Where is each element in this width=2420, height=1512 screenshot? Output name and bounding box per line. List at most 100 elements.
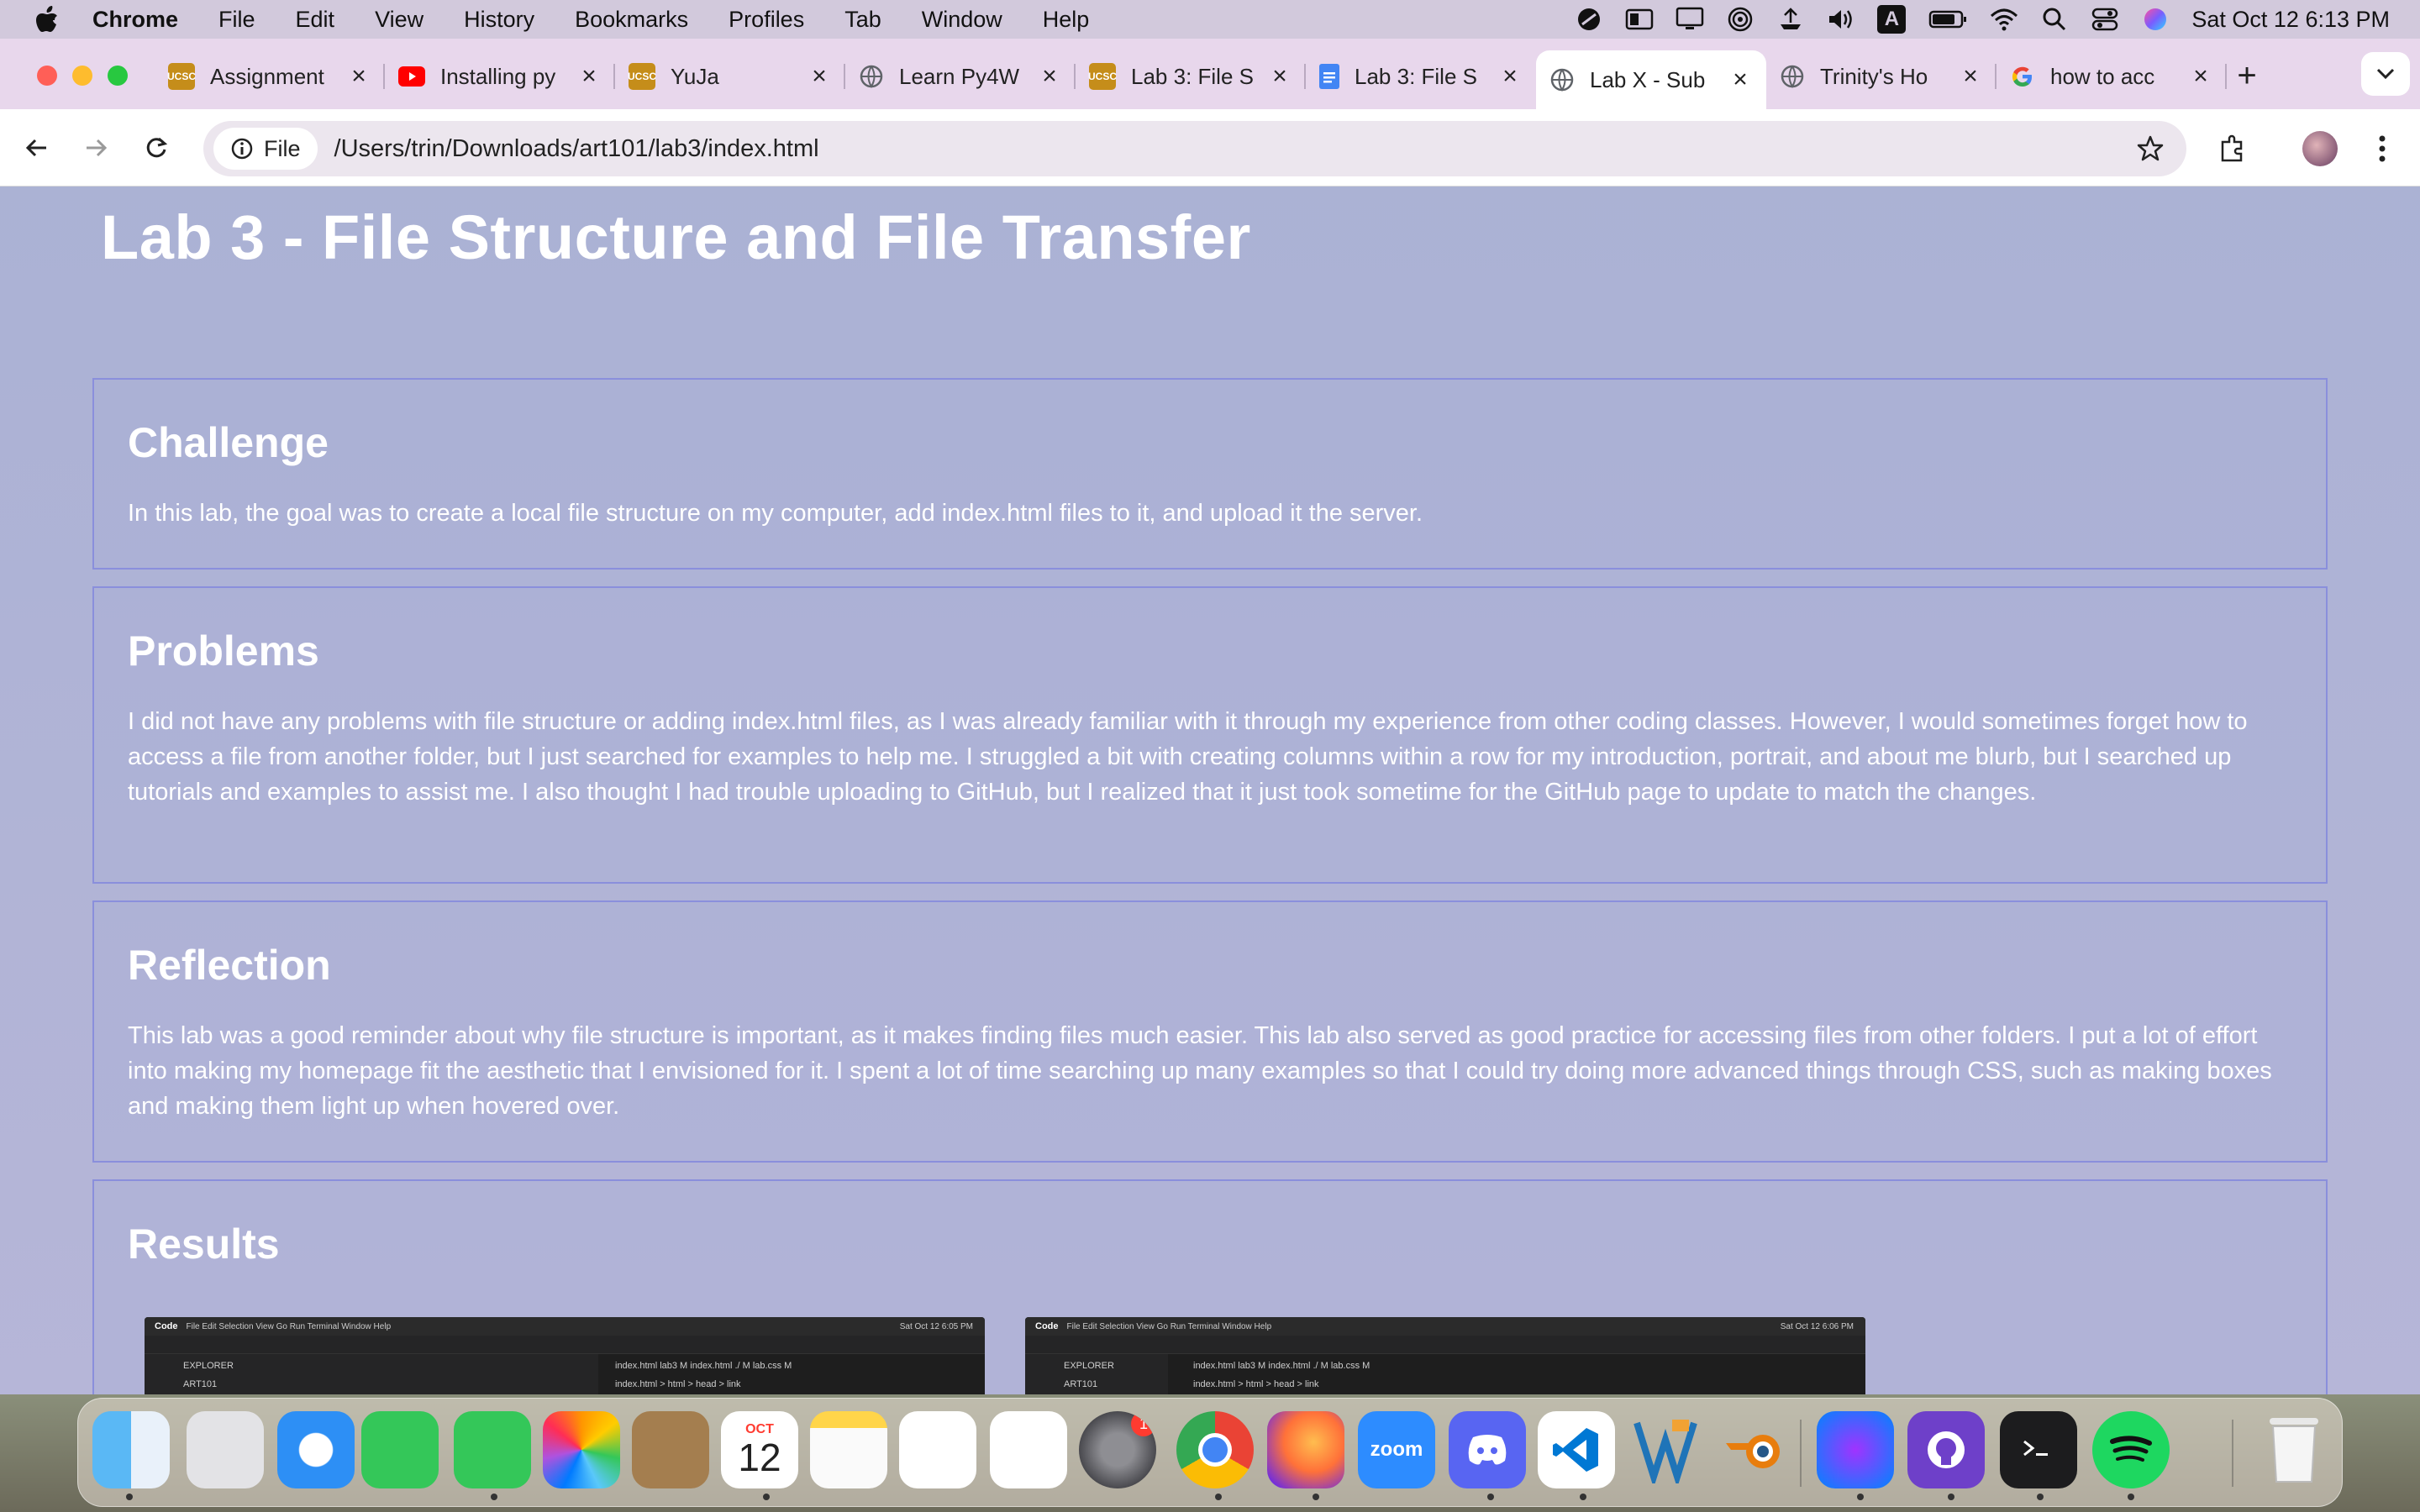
airdrop-icon[interactable] <box>1726 5 1754 34</box>
close-tab-icon[interactable]: × <box>576 62 602 90</box>
safari-icon[interactable] <box>277 1411 355 1488</box>
menu-clock[interactable]: Sat Oct 12 6:13 PM <box>2191 7 2390 33</box>
menu-app-name[interactable]: Chrome <box>72 7 198 33</box>
thumb-folder-label: ART101 <box>183 1379 218 1389</box>
menu-view[interactable]: View <box>355 7 444 33</box>
volume-icon[interactable] <box>1827 5 1855 34</box>
close-tab-icon[interactable]: × <box>1958 62 1983 90</box>
thumb-explorer-label: EXPLORER <box>1064 1361 1114 1371</box>
menu-help[interactable]: Help <box>1023 7 1110 33</box>
reload-icon <box>146 137 168 158</box>
bookmark-star-button[interactable] <box>2131 129 2170 168</box>
challenge-section[interactable]: Challenge In this lab, the goal was to c… <box>92 378 2328 570</box>
docs-icon <box>1319 64 1339 89</box>
blender-icon[interactable] <box>1718 1411 1795 1488</box>
address-bar[interactable]: File /Users/trin/Downloads/art101/lab3/i… <box>203 121 2186 176</box>
window-manager-icon[interactable] <box>1625 5 1654 34</box>
close-tab-icon[interactable]: × <box>1037 62 1062 90</box>
browser-tab[interactable]: Trinity's Ho × <box>1766 50 1996 102</box>
zoom-window-button[interactable] <box>108 66 128 86</box>
apple-icon[interactable] <box>22 0 72 39</box>
chrome-icon[interactable] <box>1176 1411 1254 1488</box>
forward-button[interactable] <box>76 128 116 168</box>
launchpad-icon[interactable] <box>187 1411 264 1488</box>
menu-tab[interactable]: Tab <box>824 7 902 33</box>
browser-tab[interactable]: Installing py × <box>385 50 615 102</box>
problems-section[interactable]: Problems I did not have any problems wit… <box>92 586 2328 884</box>
vectorworks-icon[interactable] <box>1627 1411 1704 1488</box>
running-indicator <box>2037 1494 2044 1500</box>
messages-icon[interactable] <box>454 1411 531 1488</box>
tab-title: Lab 3: File S <box>1355 63 1477 89</box>
contacts-icon[interactable] <box>632 1411 709 1488</box>
zoom-icon[interactable]: zoom <box>1358 1411 1435 1488</box>
running-indicator <box>1215 1494 1222 1500</box>
browser-tab[interactable]: Lab 3: File S × <box>1306 50 1536 102</box>
close-tab-icon[interactable]: × <box>807 62 832 90</box>
trash-icon[interactable] <box>2255 1411 2333 1488</box>
calendar-icon[interactable]: OCT 12 <box>721 1411 798 1488</box>
minimize-window-button[interactable] <box>72 66 92 86</box>
url-text[interactable]: /Users/trin/Downloads/art101/lab3/index.… <box>334 135 819 163</box>
display-icon[interactable] <box>1676 5 1704 34</box>
tab-search-button[interactable] <box>2361 52 2410 96</box>
close-tab-icon[interactable]: × <box>1267 62 1292 90</box>
globe-icon <box>1549 67 1575 92</box>
freeform-icon[interactable] <box>899 1411 976 1488</box>
browser-tab[interactable]: UCSC Lab 3: File S × <box>1076 50 1306 102</box>
close-tab-icon[interactable]: × <box>346 62 371 90</box>
result-screenshot-2: Code File Edit Selection View Go Run Ter… <box>1025 1317 1865 1394</box>
facetime-icon[interactable] <box>361 1411 439 1488</box>
browser-tab[interactable]: UCSC YuJa × <box>615 50 845 102</box>
browser-tab[interactable]: UCSC Assignment × <box>155 50 385 102</box>
battery-icon[interactable] <box>1928 5 1968 34</box>
wifi-icon[interactable] <box>1990 5 2018 34</box>
messenger-icon[interactable] <box>1817 1411 1894 1488</box>
settings-badge: 1 <box>1131 1411 1156 1436</box>
extensions-button[interactable] <box>2212 128 2254 170</box>
settings-icon[interactable]: 1 <box>1079 1411 1156 1488</box>
menu-file[interactable]: File <box>198 7 276 33</box>
globe-icon <box>859 64 884 89</box>
menu-edit[interactable]: Edit <box>276 7 355 33</box>
menu-history[interactable]: History <box>444 7 555 33</box>
tab-title: Trinity's Ho <box>1820 63 1928 89</box>
slash-circle-icon[interactable] <box>1575 5 1603 34</box>
spotify-icon[interactable] <box>2092 1411 2170 1488</box>
control-center-icon[interactable] <box>2091 5 2119 34</box>
upload-icon[interactable] <box>1776 5 1805 34</box>
close-tab-icon[interactable]: × <box>1728 66 1753 93</box>
close-tab-icon[interactable]: × <box>2188 62 2213 90</box>
window-controls <box>37 66 128 86</box>
menu-bookmarks[interactable]: Bookmarks <box>555 7 708 33</box>
menu-window[interactable]: Window <box>902 7 1023 33</box>
notes-icon[interactable] <box>810 1411 887 1488</box>
back-button[interactable] <box>17 128 57 168</box>
discord-icon[interactable] <box>1449 1411 1526 1488</box>
reminders-icon[interactable] <box>990 1411 1067 1488</box>
site-info-chip[interactable]: File <box>213 128 318 170</box>
close-tab-icon[interactable]: × <box>1497 62 1523 90</box>
photos-icon[interactable] <box>543 1411 620 1488</box>
reflection-section[interactable]: Reflection This lab was a good reminder … <box>92 900 2328 1163</box>
browser-tab[interactable]: how to acc × <box>1996 50 2227 102</box>
browser-tab[interactable]: Lab X - Sub × <box>1536 50 1766 109</box>
input-source-icon[interactable]: A <box>1877 5 1907 34</box>
finder-icon[interactable] <box>92 1411 170 1488</box>
thumb-menubar: Code File Edit Selection View Go Run Ter… <box>1025 1317 1865 1336</box>
browser-tab[interactable]: Learn Py4W × <box>845 50 1076 102</box>
close-window-button[interactable] <box>37 66 57 86</box>
vscode-icon[interactable] <box>1538 1411 1615 1488</box>
github-desktop-icon[interactable] <box>1907 1411 1985 1488</box>
profile-avatar-button[interactable] <box>2299 128 2341 170</box>
browser-menu-button[interactable] <box>2361 128 2403 170</box>
menu-profiles[interactable]: Profiles <box>708 7 824 33</box>
siri-icon[interactable] <box>2141 5 2170 34</box>
firefox-icon[interactable] <box>1267 1411 1344 1488</box>
spotlight-search-icon[interactable] <box>2040 5 2069 34</box>
terminal-icon[interactable] <box>2000 1411 2077 1488</box>
tab-title: Lab X - Sub <box>1590 66 1706 92</box>
new-tab-button[interactable]: + <box>2227 55 2267 96</box>
reload-button[interactable] <box>136 128 176 168</box>
running-indicator <box>763 1494 770 1500</box>
